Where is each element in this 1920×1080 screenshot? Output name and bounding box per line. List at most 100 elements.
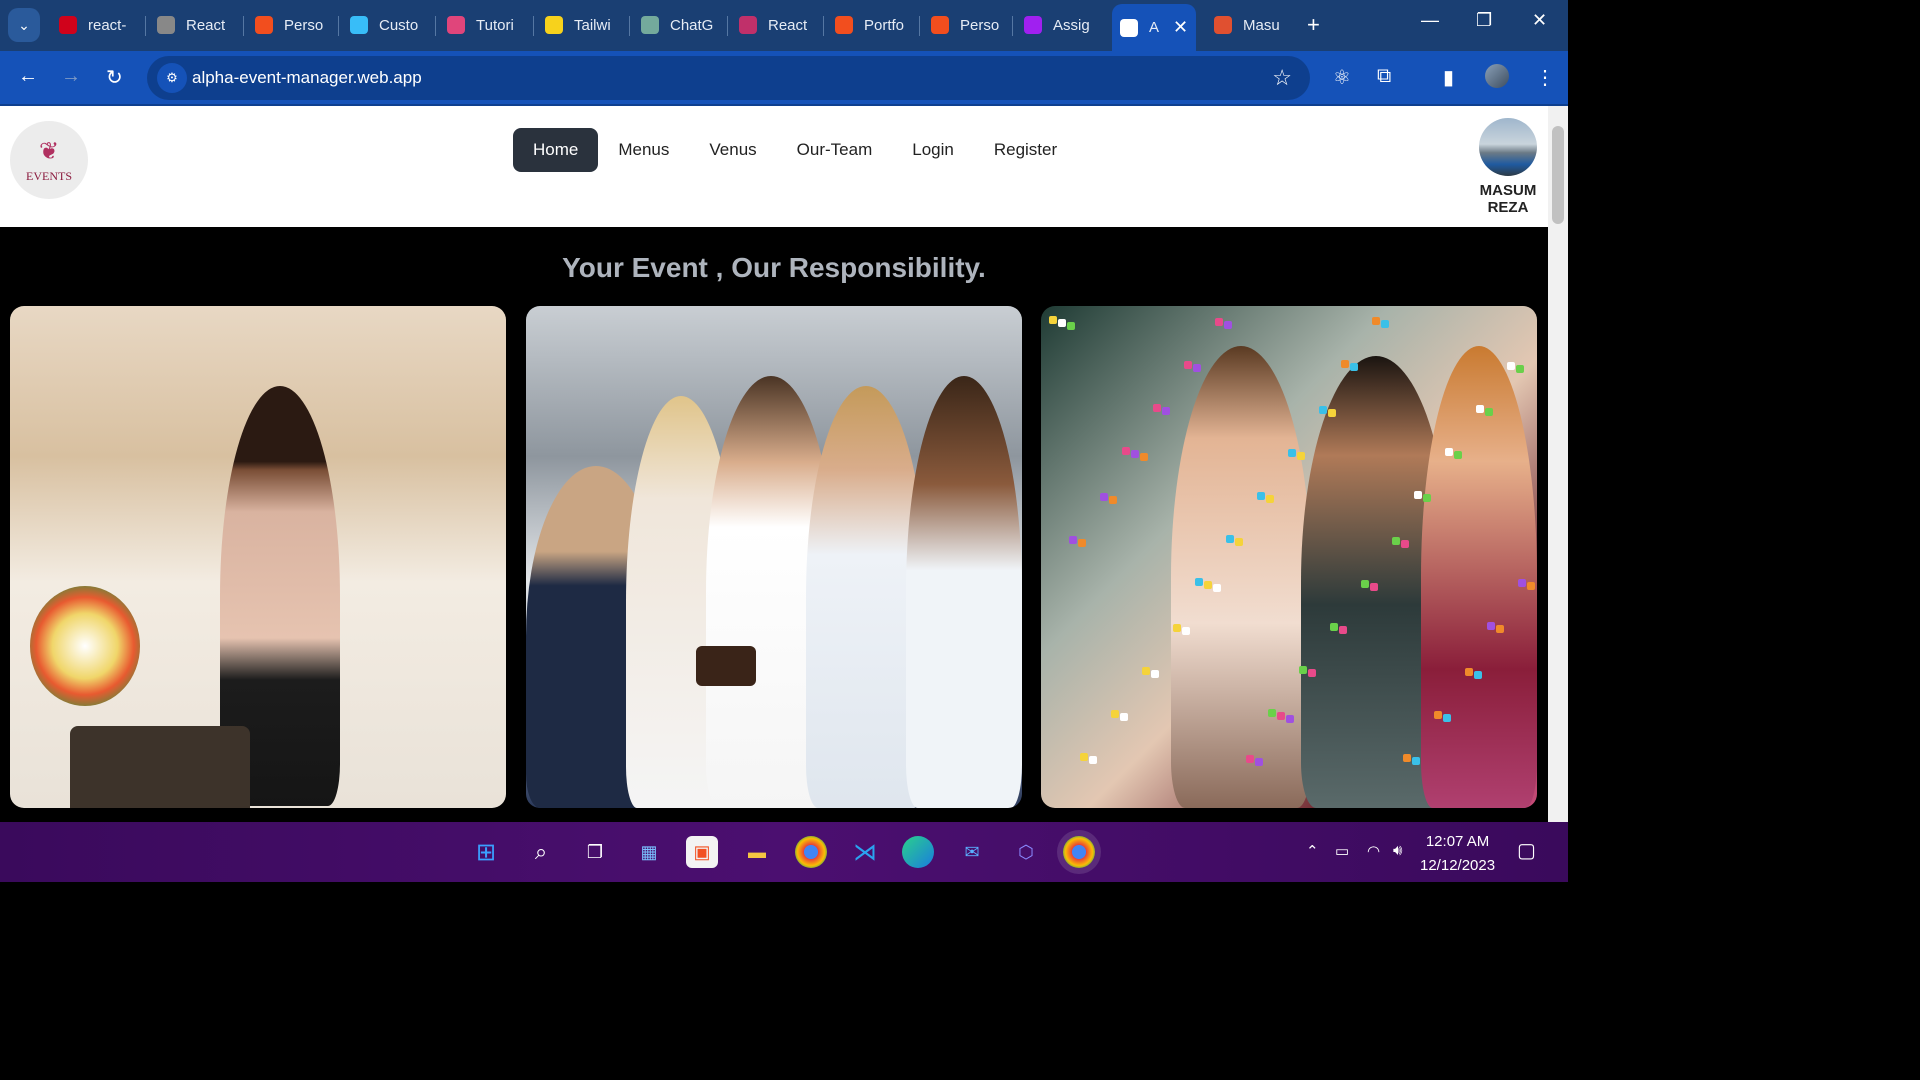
tray-chevron-icon[interactable]: ⌃ [1306,842,1319,860]
confetti-piece [1414,491,1422,499]
reload-icon[interactable]: ↻ [106,65,123,90]
figma-icon [255,16,273,34]
confetti-piece [1078,539,1086,547]
profile-avatar-icon[interactable] [1485,64,1509,88]
browser-tab[interactable]: React [739,9,807,41]
browser-tab[interactable]: A ✕ [1112,4,1197,51]
nav-link-login[interactable]: Login [892,128,974,172]
search-icon[interactable]: ⌕ [525,836,557,868]
mail-icon[interactable]: ✉ [956,836,988,868]
nav-link-home[interactable]: Home [513,128,599,172]
tab-label: Assig [1053,16,1090,34]
forward-icon[interactable]: → [61,65,81,88]
tab-separator [145,16,146,36]
tab-separator [435,16,436,36]
browser-tab[interactable]: Custo [350,9,418,41]
confetti-piece [1140,453,1148,461]
confetti-piece [1122,447,1130,455]
browser-tab[interactable]: ChatG [641,9,713,41]
confetti-piece [1392,537,1400,545]
browser-tab[interactable]: react- [59,9,126,41]
extensions-icon[interactable]: ⧉ [1377,65,1391,88]
confetti-piece [1516,365,1524,373]
windows-start-icon[interactable]: ⊞ [470,836,502,868]
confetti-piece [1049,316,1057,324]
confetti-piece [1193,364,1201,372]
confetti-piece [1350,363,1358,371]
side-panel-icon[interactable]: ▮ [1443,65,1454,90]
confetti-piece [1204,581,1212,589]
browser-tab[interactable]: Assig [1024,9,1090,41]
confetti-piece [1111,710,1119,718]
nav-link-venus[interactable]: Venus [689,128,776,172]
address-bar[interactable]: ⚙ alpha-event-manager.web.app ☆ [147,56,1310,100]
browser-tab[interactable]: Portfo [835,9,904,41]
nav-link-register[interactable]: Register [974,128,1077,172]
confetti-piece [1080,753,1088,761]
logo-text: EVENTS [26,168,72,183]
copilot-icon[interactable]: ⬡ [1010,836,1042,868]
new-tab-button[interactable]: + [1307,12,1320,38]
tab-search-button[interactable]: ⌄ [8,8,40,42]
tab-separator [243,16,244,36]
figma-icon [835,16,853,34]
url-text[interactable]: alpha-event-manager.web.app [192,68,422,88]
site-logo[interactable]: ❦ EVENTS [10,121,88,199]
task-view-icon[interactable]: ❐ [579,836,611,868]
tab-separator [533,16,534,36]
browser-tab-strip: ⌄ react- React Perso Custo Tutori Tailwi ChatG… [0,0,1568,51]
nav-link-our-team[interactable]: Our-Team [777,128,893,172]
menu-kebab-icon[interactable]: ⋮ [1535,65,1555,90]
restore-icon[interactable]: ❐ [1476,10,1492,31]
confetti-piece [1297,452,1305,460]
confetti-piece [1372,317,1380,325]
confetti-piece [1153,404,1161,412]
confetti-piece [1445,448,1453,456]
system-clock[interactable]: 12:07 AM 12/12/2023 [1420,830,1495,878]
file-explorer-icon[interactable]: ▬ [741,836,773,868]
confetti-piece [1487,622,1495,630]
scrollbar-thumb[interactable] [1552,126,1564,224]
confetti-piece [1213,584,1221,592]
tab-label: Masu [1243,16,1280,34]
browser-tab[interactable]: React [157,9,225,41]
close-tab-icon[interactable]: ✕ [1173,17,1188,38]
wifi-icon[interactable]: ◠ [1367,842,1380,860]
clock-date: 12/12/2023 [1420,857,1496,874]
bookmark-star-icon[interactable]: ☆ [1272,65,1292,91]
confetti-piece [1182,627,1190,635]
chrome-profile-icon [1214,16,1232,34]
battery-icon[interactable]: ▭ [1335,842,1349,860]
widgets-icon[interactable]: ▦ [633,836,665,868]
nav-link-menus[interactable]: Menus [598,128,689,172]
confetti-piece [1443,714,1451,722]
notifications-icon[interactable]: ▢ [1517,838,1536,863]
browser-tab[interactable]: Tailwi [545,9,611,41]
confetti-piece [1328,409,1336,417]
confetti-piece [1277,712,1285,720]
tab-label: A [1149,19,1160,36]
confetti-piece [1330,623,1338,631]
browser-tab[interactable]: Perso [255,9,323,41]
chrome-icon[interactable] [795,836,827,868]
user-avatar[interactable] [1479,118,1537,176]
confetti-piece [1266,495,1274,503]
volume-icon[interactable]: 🔊︎ [1393,842,1402,859]
confetti-piece [1465,668,1473,676]
store-icon[interactable]: ▣ [686,836,718,868]
site-info-icon[interactable]: ⚙ [157,63,187,93]
vscode-icon[interactable]: ⋊ [849,836,881,868]
browser-tab[interactable]: Tutori [447,9,514,41]
browser-tab[interactable]: Masu [1214,9,1280,41]
page-scrollbar[interactable] [1548,106,1568,822]
tab-label: Perso [284,16,324,34]
browser-tab[interactable]: Perso [931,9,999,41]
react-devtools-icon[interactable]: ⚛ [1333,65,1351,90]
edge-icon[interactable] [902,836,934,868]
user-profile[interactable]: MASUM REZA [1466,118,1548,216]
tab-label: Tutori [476,16,514,34]
close-window-icon[interactable]: ✕ [1532,10,1547,31]
back-icon[interactable]: ← [18,65,38,88]
minimize-icon[interactable]: — [1421,10,1439,31]
chrome-active-icon[interactable] [1063,836,1095,868]
